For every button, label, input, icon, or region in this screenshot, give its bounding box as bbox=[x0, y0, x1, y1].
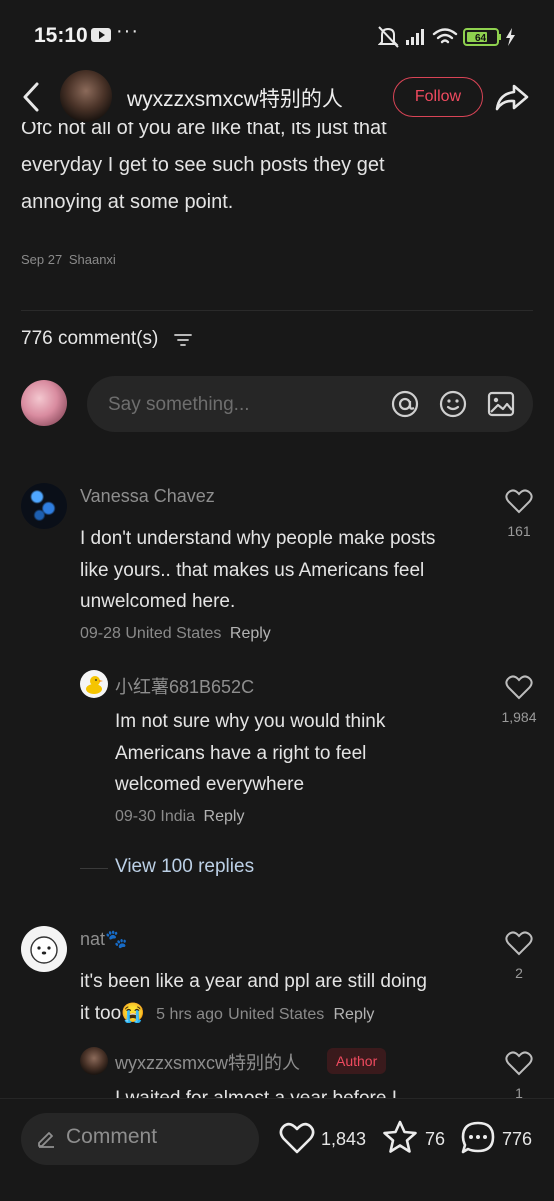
comment-input-placeholder: Say something... bbox=[108, 394, 250, 415]
post-like-count: 1,843 bbox=[321, 1129, 367, 1149]
more-notifications-icon: ··· bbox=[116, 20, 139, 42]
reply-text: Im not sure why you would think American… bbox=[115, 706, 495, 801]
like-count: 161 bbox=[507, 523, 531, 539]
comment-line: I waited for almost a year before I bbox=[115, 1083, 495, 1098]
post-location: Shaanxi bbox=[68, 252, 116, 267]
duck-icon bbox=[86, 676, 103, 694]
youtube-notification-icon bbox=[91, 28, 111, 42]
author-reply-avatar[interactable] bbox=[80, 1047, 108, 1075]
comment-total-count: 776 bbox=[502, 1129, 533, 1149]
follow-button[interactable]: Follow bbox=[393, 77, 483, 117]
replier-name[interactable]: wyxzzxsmxcw特别的人 bbox=[115, 1049, 300, 1075]
comment-date: 5 hrs ago bbox=[156, 1005, 223, 1023]
system-icons: 64 bbox=[378, 26, 515, 48]
replies-divider bbox=[80, 868, 108, 869]
replier-avatar[interactable] bbox=[80, 670, 108, 698]
comment-line: like yours.. that makes us Americans fee… bbox=[80, 559, 425, 581]
dog-avatar-icon bbox=[30, 936, 58, 964]
post-line: Ofc not all of you are like that, its ju… bbox=[21, 122, 387, 139]
mention-icon[interactable] bbox=[390, 389, 420, 419]
mute-icon bbox=[378, 26, 399, 48]
comment-location: United States bbox=[125, 625, 222, 642]
like-heart-icon[interactable] bbox=[279, 1121, 315, 1155]
battery-icon: 64 bbox=[463, 28, 501, 46]
author-avatar[interactable] bbox=[60, 70, 112, 122]
reply-button[interactable]: Reply bbox=[204, 808, 245, 825]
comment-line: Americans have a right to feel bbox=[115, 742, 367, 764]
author-badge: Author bbox=[327, 1048, 387, 1074]
comment-line: unwelcomed here. bbox=[80, 591, 236, 612]
replier-name[interactable]: 小红薯681B652C bbox=[115, 673, 254, 699]
signal-icon bbox=[406, 29, 424, 45]
comment-line: Im not sure why you would think bbox=[115, 711, 386, 732]
reply-button[interactable]: Reply bbox=[334, 1006, 375, 1023]
post-line: annoying at some point. bbox=[21, 191, 234, 213]
favorite-count: 76 bbox=[425, 1129, 446, 1149]
comment-button-label: Comment bbox=[66, 1125, 158, 1148]
reply-button[interactable]: Reply bbox=[230, 625, 271, 642]
emoji-icon[interactable] bbox=[438, 389, 468, 419]
status-time: 15:10 bbox=[34, 24, 88, 47]
wifi-icon bbox=[432, 28, 458, 44]
back-icon[interactable] bbox=[18, 80, 48, 114]
view-replies-link[interactable]: View 100 replies bbox=[115, 856, 254, 878]
comment-location: India bbox=[160, 808, 196, 825]
comment-line: I don't understand why people make posts bbox=[80, 528, 436, 549]
like-heart-icon[interactable] bbox=[505, 674, 533, 700]
comment-count: 776 comment(s) bbox=[21, 328, 159, 349]
like-heart-icon[interactable] bbox=[505, 930, 533, 956]
charging-icon bbox=[506, 28, 515, 46]
reply-text: I waited for almost a year before I bbox=[115, 1083, 495, 1098]
post-body: Ofc not all of you are like that, its ju… bbox=[21, 122, 521, 221]
commenter-avatar[interactable] bbox=[21, 483, 67, 529]
post-meta: Sep 27 Shaanxi bbox=[21, 252, 116, 267]
comment-bubble-icon[interactable] bbox=[460, 1120, 496, 1156]
like-count: 1 bbox=[515, 1085, 523, 1098]
like-count: 2 bbox=[515, 965, 523, 981]
comment-text: I don't understand why people make posts… bbox=[80, 523, 490, 618]
sort-icon[interactable] bbox=[174, 332, 192, 348]
author-username[interactable]: wyxzzxsmxcw特别的人 bbox=[127, 83, 343, 113]
comment-line: welcomed everywhere bbox=[115, 774, 305, 795]
svg-text:64: 64 bbox=[475, 33, 487, 44]
comment-meta: 09-28 United States Reply bbox=[80, 625, 271, 643]
pen-icon bbox=[38, 1132, 54, 1148]
divider bbox=[21, 310, 533, 311]
commenter-name[interactable]: Vanessa Chavez bbox=[80, 486, 215, 507]
comment-meta: 09-30 India Reply bbox=[115, 808, 244, 826]
commenter-avatar[interactable] bbox=[21, 926, 67, 972]
status-bar: 15:10 ··· 64 bbox=[0, 0, 554, 72]
post-line: everyday I get to see such posts they ge… bbox=[21, 154, 385, 176]
comment-date: 09-30 bbox=[115, 808, 156, 825]
share-icon[interactable] bbox=[494, 80, 530, 114]
star-icon[interactable] bbox=[381, 1119, 419, 1155]
like-heart-icon[interactable] bbox=[505, 1050, 533, 1076]
comment-location: United States bbox=[228, 1005, 325, 1023]
comment-line: it too bbox=[80, 1002, 122, 1024]
post-date: Sep 27 bbox=[21, 252, 63, 267]
comment-text: it's been like a year and ppl are still … bbox=[80, 966, 490, 1030]
comment-line: it's been like a year and ppl are still … bbox=[80, 971, 427, 992]
commenter-name[interactable]: nat🐾 bbox=[80, 929, 127, 950]
image-icon[interactable] bbox=[486, 389, 516, 419]
my-avatar[interactable] bbox=[21, 380, 67, 426]
crying-emoji: 😭 bbox=[121, 1002, 145, 1024]
like-heart-icon[interactable] bbox=[505, 488, 533, 514]
like-count: 1,984 bbox=[501, 709, 537, 725]
comment-date: 09-28 bbox=[80, 625, 121, 642]
